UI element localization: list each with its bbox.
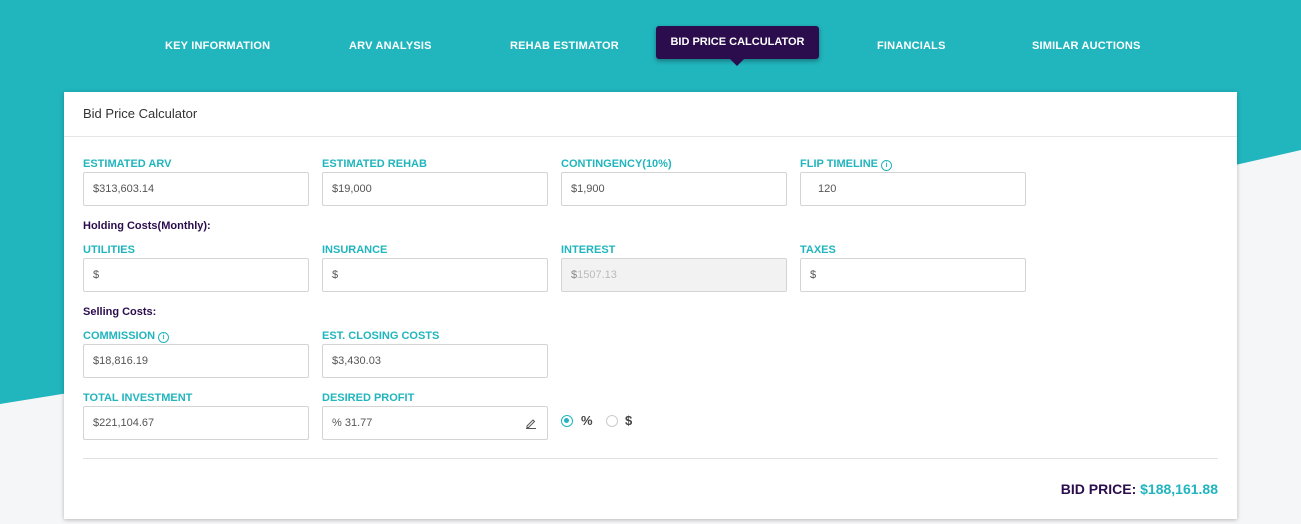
tab-key-information[interactable]: KEY INFORMATION <box>165 40 270 52</box>
commission-field: COMMISSION i $18,816.19 <box>83 329 309 378</box>
contingency-input[interactable]: $1,900 <box>561 172 787 206</box>
insurance-input[interactable]: $ <box>322 258 548 292</box>
closing-costs-field: EST. CLOSING COSTS $3,430.03 <box>322 329 548 378</box>
divider <box>83 458 1218 459</box>
estimated-rehab-input[interactable]: $19,000 <box>322 172 548 206</box>
commission-label-wrap: COMMISSION i <box>83 329 170 343</box>
selling-costs-title: Selling Costs: <box>83 306 157 318</box>
bid-price: BID PRICE: $188,161.88 <box>1061 481 1218 497</box>
pencil-icon[interactable] <box>525 417 537 429</box>
desired-profit-value: % 31.77 <box>332 417 373 429</box>
tab-rehab-estimator[interactable]: REHAB ESTIMATOR <box>510 40 619 52</box>
tab-similar-auctions[interactable]: SIMILAR AUCTIONS <box>1032 40 1141 52</box>
utilities-input[interactable]: $ <box>83 258 309 292</box>
tab-bid-price-calculator[interactable]: BID PRICE CALCULATOR <box>656 26 819 66</box>
bid-price-label: BID PRICE: <box>1060 481 1137 497</box>
holding-costs-title: Holding Costs(Monthly): <box>83 220 211 232</box>
tab-financials[interactable]: FINANCIALS <box>877 40 946 52</box>
closing-costs-label: EST. CLOSING COSTS <box>322 330 440 342</box>
flip-timeline-input[interactable]: 120 <box>800 172 1026 206</box>
desired-profit-field: DESIRED PROFIT % 31.77 <box>322 391 548 440</box>
contingency-label: CONTINGENCY(10%) <box>561 158 672 170</box>
interest-field: INTEREST $1507.13 <box>561 243 787 292</box>
total-investment-label: TOTAL INVESTMENT <box>83 392 193 404</box>
flip-timeline-field: FLIP TIMELINE i 120 <box>800 157 1026 206</box>
flip-timeline-label: FLIP TIMELINE <box>800 158 879 170</box>
interest-label: INTEREST <box>561 244 616 256</box>
taxes-field: TAXES $ <box>800 243 1026 292</box>
total-investment-field: TOTAL INVESTMENT $221,104.67 <box>83 391 309 440</box>
utilities-label: UTILITIES <box>83 244 135 256</box>
info-icon[interactable]: i <box>158 332 170 343</box>
card-title: Bid Price Calculator <box>64 92 1237 137</box>
dollar-radio-label: $ <box>625 413 633 428</box>
top-navigation: KEY INFORMATION ARV ANALYSIS REHAB ESTIM… <box>0 0 1301 92</box>
bid-price-value: $188,161.88 <box>1140 481 1218 497</box>
info-icon[interactable]: i <box>881 160 893 171</box>
insurance-label: INSURANCE <box>322 244 388 256</box>
insurance-field: INSURANCE $ <box>322 243 548 292</box>
desired-profit-input[interactable]: % 31.77 <box>322 406 548 440</box>
estimated-rehab-label: ESTIMATED REHAB <box>322 158 427 170</box>
total-investment-input[interactable]: $221,104.67 <box>83 406 309 440</box>
percent-radio[interactable] <box>561 415 573 427</box>
estimated-arv-field: ESTIMATED ARV $313,603.14 <box>83 157 309 206</box>
estimated-arv-input[interactable]: $313,603.14 <box>83 172 309 206</box>
bid-price-calculator-card: Bid Price Calculator ESTIMATED ARV $313,… <box>64 92 1237 519</box>
percent-radio-label: % <box>581 413 593 428</box>
desired-profit-label: DESIRED PROFIT <box>322 392 415 404</box>
interest-input: $1507.13 <box>561 258 787 292</box>
closing-costs-input[interactable]: $3,430.03 <box>322 344 548 378</box>
contingency-field: CONTINGENCY(10%) $1,900 <box>561 157 787 206</box>
commission-label: COMMISSION <box>83 330 156 342</box>
utilities-field: UTILITIES $ <box>83 243 309 292</box>
estimated-rehab-field: ESTIMATED REHAB $19,000 <box>322 157 548 206</box>
commission-input[interactable]: $18,816.19 <box>83 344 309 378</box>
taxes-label: TAXES <box>800 244 836 256</box>
interest-value: 1507.13 <box>577 269 617 281</box>
dollar-radio[interactable] <box>606 415 618 427</box>
flip-timeline-label-wrap: FLIP TIMELINE i <box>800 157 893 171</box>
tab-arv-analysis[interactable]: ARV ANALYSIS <box>349 40 432 52</box>
estimated-arv-label: ESTIMATED ARV <box>83 158 172 170</box>
taxes-input[interactable]: $ <box>800 258 1026 292</box>
